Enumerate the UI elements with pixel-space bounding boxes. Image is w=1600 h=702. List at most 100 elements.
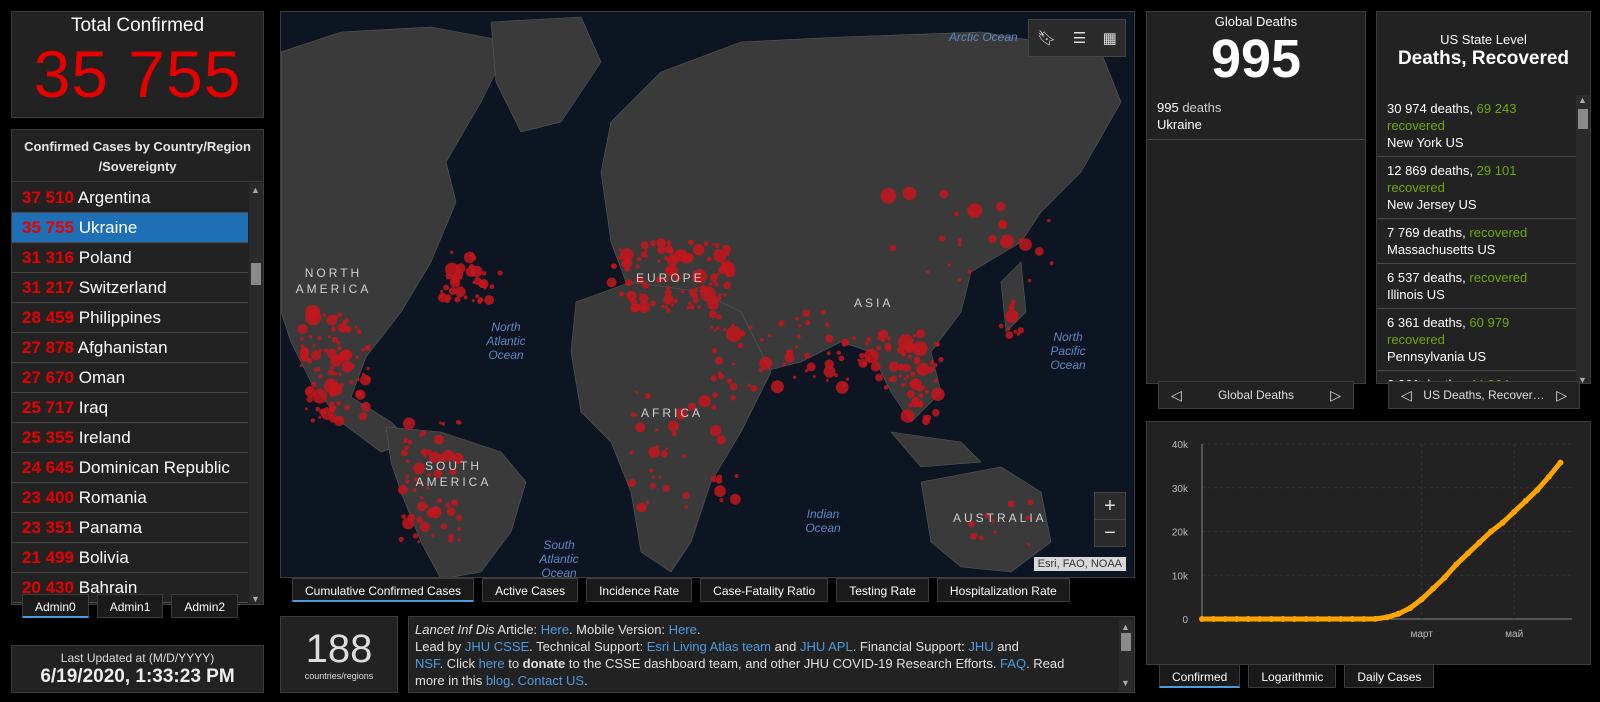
data-point[interactable] <box>1557 459 1564 466</box>
case-dot[interactable] <box>796 334 801 339</box>
case-dot[interactable] <box>727 272 731 276</box>
case-dot[interactable] <box>931 387 945 401</box>
case-dot[interactable] <box>445 294 452 301</box>
case-dot[interactable] <box>649 468 654 473</box>
case-dot[interactable] <box>361 348 366 352</box>
case-dot[interactable] <box>463 251 476 264</box>
case-dot[interactable] <box>691 292 699 299</box>
case-dot[interactable] <box>327 335 331 339</box>
case-dot[interactable] <box>723 293 727 297</box>
case-dot[interactable] <box>664 305 668 309</box>
case-dot[interactable] <box>337 322 348 333</box>
case-dot[interactable] <box>803 352 810 359</box>
case-dot[interactable] <box>926 270 930 274</box>
case-dot[interactable] <box>452 279 457 284</box>
case-dot[interactable] <box>805 319 811 326</box>
case-dot[interactable] <box>403 439 408 444</box>
data-point[interactable] <box>1326 616 1333 622</box>
case-dot[interactable] <box>645 500 650 505</box>
case-dot[interactable] <box>681 454 686 459</box>
case-dot[interactable] <box>906 390 915 399</box>
case-dot[interactable] <box>996 201 1006 212</box>
case-dot[interactable] <box>636 502 647 513</box>
case-dot[interactable] <box>431 533 435 537</box>
case-dot[interactable] <box>635 422 646 433</box>
case-dot[interactable] <box>697 305 701 309</box>
case-dot[interactable] <box>906 375 910 379</box>
case-dot[interactable] <box>334 415 345 427</box>
data-point[interactable] <box>1372 615 1379 622</box>
case-dot[interactable] <box>938 235 946 242</box>
here-link[interactable]: here <box>479 656 505 671</box>
case-dot[interactable] <box>419 495 424 500</box>
case-dot[interactable] <box>708 310 717 319</box>
country-list-scrollbar[interactable]: ▲ ▼ <box>249 183 263 604</box>
case-dot[interactable] <box>971 212 975 216</box>
country-row[interactable]: 27 670 Oman <box>12 363 248 393</box>
case-dot[interactable] <box>782 363 786 367</box>
data-point[interactable] <box>1522 497 1529 504</box>
case-dot[interactable] <box>723 327 727 332</box>
case-dot[interactable] <box>656 238 666 248</box>
case-dot[interactable] <box>366 367 370 371</box>
case-dot[interactable] <box>730 395 736 401</box>
case-dot[interactable] <box>997 219 1008 230</box>
country-row[interactable]: 23 351 Panama <box>12 513 248 543</box>
case-dot[interactable] <box>1027 278 1032 283</box>
case-dot[interactable] <box>750 385 758 392</box>
case-dot[interactable] <box>417 540 421 544</box>
case-dot[interactable] <box>717 371 722 376</box>
case-dot[interactable] <box>300 337 304 341</box>
case-dot[interactable] <box>689 304 695 310</box>
case-dot[interactable] <box>619 291 625 297</box>
case-dot[interactable] <box>836 350 841 355</box>
case-dot[interactable] <box>458 538 462 542</box>
legend-list-icon[interactable]: ☰ <box>1073 29 1086 47</box>
data-point[interactable] <box>1464 550 1471 557</box>
data-point[interactable] <box>1488 528 1495 535</box>
country-row[interactable]: 31 217 Switzerland <box>12 273 248 303</box>
data-point[interactable] <box>1291 616 1298 622</box>
case-dot[interactable] <box>1002 224 1006 228</box>
country-row[interactable]: 23 400 Romania <box>12 483 248 513</box>
case-dot[interactable] <box>401 449 408 457</box>
case-dot[interactable] <box>875 373 883 382</box>
case-dot[interactable] <box>398 536 404 543</box>
case-dot[interactable] <box>711 242 715 246</box>
case-dot[interactable] <box>859 352 865 359</box>
data-point[interactable] <box>1210 616 1217 622</box>
data-point[interactable] <box>1430 585 1437 592</box>
case-dot[interactable] <box>715 249 719 253</box>
country-row[interactable]: 35 755 Ukraine <box>12 213 248 243</box>
data-point[interactable] <box>1534 486 1541 493</box>
case-dot[interactable] <box>359 412 368 421</box>
jhu-apl-link[interactable]: JHU APL <box>800 639 853 654</box>
data-point[interactable] <box>1453 561 1460 568</box>
case-dot[interactable] <box>660 304 665 309</box>
case-dot[interactable] <box>684 505 689 509</box>
case-dot[interactable] <box>644 393 651 399</box>
data-point[interactable] <box>1499 519 1506 526</box>
case-dot[interactable] <box>429 506 442 519</box>
case-dot[interactable] <box>998 323 1004 329</box>
case-dot[interactable] <box>1008 305 1014 311</box>
case-dot[interactable] <box>916 362 930 376</box>
case-dot[interactable] <box>666 308 671 313</box>
esri-link[interactable]: Esri Living Atlas team <box>647 639 771 654</box>
case-dot[interactable] <box>898 374 902 378</box>
case-dot[interactable] <box>916 329 925 339</box>
case-dot[interactable] <box>922 417 930 426</box>
case-dot[interactable] <box>795 316 799 321</box>
case-dot[interactable] <box>889 244 897 252</box>
data-point[interactable] <box>1222 616 1229 622</box>
us-state-row[interactable]: 30 974 deaths, 69 243 recovered New York … <box>1377 95 1576 157</box>
case-dot[interactable] <box>845 377 850 381</box>
case-dot[interactable] <box>644 249 648 253</box>
case-dot[interactable] <box>361 401 371 412</box>
data-point[interactable] <box>1245 616 1252 622</box>
case-dot[interactable] <box>471 299 475 303</box>
case-dot[interactable] <box>606 277 617 288</box>
case-dot[interactable] <box>666 285 671 291</box>
case-dot[interactable] <box>611 263 616 268</box>
case-dot[interactable] <box>903 377 907 381</box>
